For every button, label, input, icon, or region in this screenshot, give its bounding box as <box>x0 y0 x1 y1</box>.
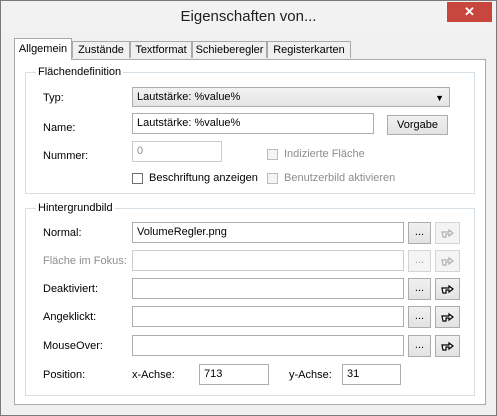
fokus-input[interactable] <box>132 250 404 271</box>
normal-pick-button[interactable] <box>435 222 460 244</box>
flaechendefinition-group: Flächendefinition Typ: Lautstärke: %valu… <box>25 66 475 194</box>
tab-textformat[interactable]: Textformat <box>130 41 192 58</box>
hand-pointer-icon <box>441 341 454 351</box>
angeklickt-input[interactable] <box>132 306 404 327</box>
typ-select[interactable]: Lautstärke: %value% ▼ <box>132 87 450 107</box>
mouseover-pick-button[interactable] <box>435 335 460 357</box>
tab-allgemein[interactable]: Allgemein <box>14 38 72 60</box>
normal-label: Normal: <box>43 227 82 239</box>
benutzerbild-aktivieren-label: Benutzerbild aktivieren <box>284 172 396 184</box>
hintergrundbild-group: Hintergrundbild Normal: VolumeRegler.png… <box>25 202 475 396</box>
nummer-input[interactable]: 0 <box>132 141 222 162</box>
tab-registerkarten[interactable]: Registerkarten <box>267 41 351 58</box>
position-label: Position: <box>43 369 86 381</box>
window-title: Eigenschaften von... <box>180 8 317 25</box>
y-achse-input[interactable]: 31 <box>342 364 401 385</box>
angeklickt-label: Angeklickt: <box>43 311 97 323</box>
deaktiviert-browse-button[interactable]: ... <box>408 278 431 300</box>
typ-select-value: Lautstärke: %value% <box>137 91 241 103</box>
mouseover-input[interactable] <box>132 335 404 356</box>
normal-input[interactable]: VolumeRegler.png <box>132 222 404 243</box>
mouseover-browse-button[interactable]: ... <box>408 335 431 357</box>
tab-zustaende[interactable]: Zustände <box>72 41 130 58</box>
name-label: Name: <box>43 122 76 134</box>
y-achse-label: y-Achse: <box>289 369 332 381</box>
dialog-window: Eigenschaften von... ✕ Allgemein Zuständ… <box>0 0 497 416</box>
nummer-label: Nummer: <box>43 150 89 162</box>
deaktiviert-label: Deaktiviert: <box>43 283 99 295</box>
beschriftung-anzeigen-label: Beschriftung anzeigen <box>149 172 258 184</box>
hand-pointer-icon <box>441 312 454 322</box>
mouseover-label: MouseOver: <box>43 340 103 352</box>
deaktiviert-pick-button[interactable] <box>435 278 460 300</box>
hintergrundbild-legend: Hintergrundbild <box>36 202 115 214</box>
close-button[interactable]: ✕ <box>447 2 492 22</box>
tab-schieberegler[interactable]: Schieberegler <box>192 41 267 58</box>
fokus-browse-button[interactable]: ... <box>408 250 431 272</box>
normal-browse-button[interactable]: ... <box>408 222 431 244</box>
typ-label: Typ: <box>43 92 64 104</box>
angeklickt-pick-button[interactable] <box>435 306 460 328</box>
fokus-label: Fläche im Fokus: <box>43 255 127 267</box>
angeklickt-browse-button[interactable]: ... <box>408 306 431 328</box>
name-input[interactable]: Lautstärke: %value% <box>132 113 374 134</box>
indizierte-flaeche-checkbox[interactable] <box>267 149 278 160</box>
chevron-down-icon: ▼ <box>435 93 444 103</box>
benutzerbild-aktivieren-checkbox[interactable] <box>267 173 278 184</box>
beschriftung-anzeigen-checkbox[interactable] <box>132 173 143 184</box>
hand-pointer-icon <box>441 284 454 294</box>
flaechendefinition-legend: Flächendefinition <box>36 66 124 78</box>
x-achse-input[interactable]: 713 <box>199 364 269 385</box>
hand-pointer-icon <box>441 228 454 238</box>
fokus-pick-button[interactable] <box>435 250 460 272</box>
vorgabe-button[interactable]: Vorgabe <box>387 115 448 135</box>
title-bar: Eigenschaften von... ✕ <box>1 1 496 33</box>
indizierte-flaeche-label: Indizierte Fläche <box>284 148 365 160</box>
deaktiviert-input[interactable] <box>132 278 404 299</box>
hand-pointer-icon <box>441 256 454 266</box>
tab-panel-allgemein: Flächendefinition Typ: Lautstärke: %valu… <box>14 59 486 405</box>
x-achse-label: x-Achse: <box>132 369 175 381</box>
